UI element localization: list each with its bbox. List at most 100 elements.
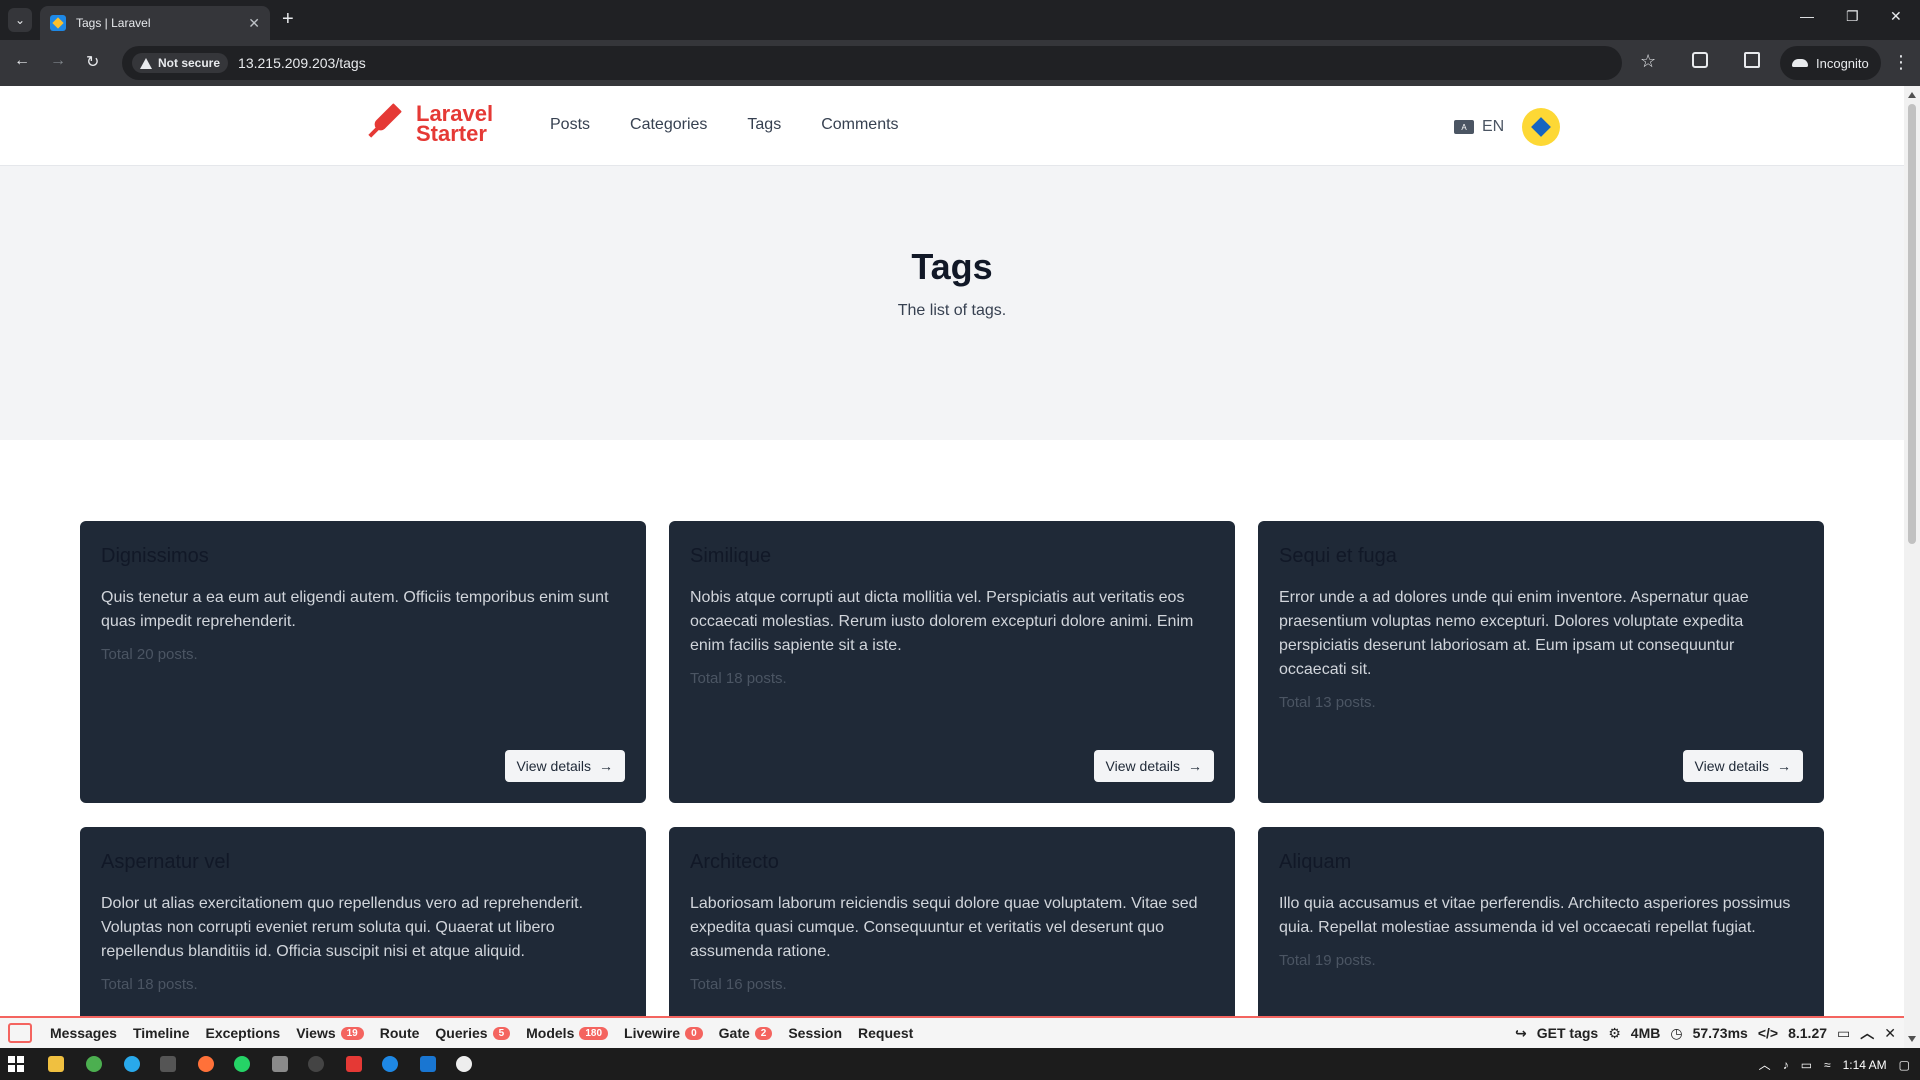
forward-icon[interactable]: → — [50, 52, 66, 70]
debugbar-tab-gate[interactable]: Gate 2 — [711, 1025, 781, 1041]
battery-icon[interactable]: ▭ — [1801, 1058, 1812, 1072]
tray-chevron-icon[interactable]: ︿ — [1759, 1056, 1771, 1073]
scroll-thumb[interactable] — [1908, 104, 1916, 544]
wifi-icon[interactable]: ≈ — [1824, 1058, 1831, 1072]
nav-posts[interactable]: Posts — [550, 116, 590, 134]
tag-title[interactable]: Aliquam — [1279, 851, 1803, 874]
edge-icon[interactable] — [382, 1056, 398, 1072]
tag-title[interactable]: Similique — [690, 545, 1214, 568]
debugbar-tab-queries[interactable]: Queries 5 — [427, 1025, 518, 1041]
debugbar-tab-models[interactable]: Models 180 — [518, 1025, 616, 1041]
clock-text[interactable]: 1:14 AM — [1843, 1058, 1887, 1072]
debugbar-stats: ↪ GET tags ⚙ 4MB ◷ 57.73ms </> 8.1.27 ▭ … — [1515, 1023, 1896, 1043]
debugbar-badge: 0 — [685, 1026, 703, 1040]
incognito-badge[interactable]: Incognito — [1780, 46, 1881, 80]
debugbar-tab-label: Gate — [718, 1025, 750, 1041]
remote-desktop-icon[interactable] — [272, 1056, 288, 1072]
bookmark-star-icon[interactable]: ☆ — [1640, 51, 1656, 72]
debugbar-tab-label: Exceptions — [205, 1025, 281, 1041]
security-chip[interactable]: Not secure — [132, 53, 229, 73]
terminal-icon[interactable] — [160, 1056, 176, 1072]
debugbar-tab-label: Views — [296, 1025, 336, 1041]
debugbar-tab-views[interactable]: Views 19 — [288, 1025, 372, 1041]
tab-search-icon[interactable]: ⌄ — [8, 8, 32, 32]
view-details-button[interactable]: View details → — [1093, 750, 1214, 782]
logo-line-2: Starter — [416, 121, 487, 146]
pdf-reader-icon[interactable] — [346, 1056, 362, 1072]
nav-comments[interactable]: Comments — [821, 116, 898, 134]
volume-icon[interactable]: ♪ — [1783, 1058, 1789, 1072]
page-title: Tags — [911, 246, 993, 287]
nav-categories[interactable]: Categories — [630, 116, 707, 134]
firefox-icon[interactable] — [198, 1056, 214, 1072]
vscode-icon[interactable] — [420, 1056, 436, 1072]
close-tab-icon[interactable]: ✕ — [248, 15, 260, 32]
debugbar-tab-session[interactable]: Session — [780, 1025, 850, 1041]
view-details-label: View details — [516, 758, 591, 774]
debugbar: Messages Timeline Exceptions Views 19 Rou… — [0, 1016, 1904, 1048]
debugbar-tab-label: Models — [526, 1025, 575, 1041]
incognito-label: Incognito — [1816, 55, 1869, 71]
debugbar-request[interactable]: GET tags — [1537, 1025, 1598, 1041]
site-logo[interactable]: Laravel Starter — [366, 103, 493, 146]
chrome-icon[interactable] — [86, 1056, 102, 1072]
address-bar[interactable]: Not secure 13.215.209.203/tags — [122, 46, 1622, 80]
debugbar-tab-messages[interactable]: Messages — [42, 1025, 125, 1041]
debugbar-php-version[interactable]: 8.1.27 — [1788, 1025, 1827, 1041]
scroll-up-icon[interactable] — [1908, 92, 1916, 98]
laravel-logo-icon[interactable] — [8, 1023, 32, 1043]
view-details-button[interactable]: View details → — [1682, 750, 1803, 782]
file-explorer-icon[interactable] — [48, 1056, 64, 1072]
nav-tags[interactable]: Tags — [747, 116, 781, 134]
reload-icon[interactable]: ↻ — [86, 52, 99, 72]
tag-card: Aliquam Illo quia accusamus et vitae per… — [1258, 827, 1824, 1016]
scroll-down-icon[interactable] — [1908, 1036, 1916, 1042]
view-details-button[interactable]: View details → — [504, 750, 625, 782]
avatar-icon — [1531, 117, 1551, 137]
tag-title[interactable]: Aspernatur vel — [101, 851, 625, 874]
user-avatar[interactable] — [1522, 108, 1560, 146]
telegram-icon[interactable] — [124, 1056, 140, 1072]
windows-start-icon[interactable] — [8, 1056, 24, 1072]
new-tab-icon[interactable]: + — [282, 8, 294, 31]
debugbar-memory[interactable]: 4MB — [1631, 1025, 1661, 1041]
side-panel-icon[interactable] — [1744, 52, 1760, 68]
back-icon[interactable]: ← — [14, 52, 30, 70]
tag-description: Nobis atque corrupti aut dicta mollitia … — [690, 589, 1194, 654]
folder-icon[interactable]: ▭ — [1837, 1025, 1850, 1042]
app-icon[interactable] — [308, 1056, 324, 1072]
debugbar-time[interactable]: 57.73ms — [1693, 1025, 1748, 1041]
url-text[interactable]: 13.215.209.203/tags — [238, 55, 366, 71]
tag-title[interactable]: Dignissimos — [101, 545, 625, 568]
restore-icon[interactable]: ❐ — [1846, 8, 1859, 25]
tag-description: Dolor ut alias exercitationem quo repell… — [101, 895, 584, 960]
translate-icon: A — [1454, 120, 1474, 134]
tag-post-count: Total 16 posts. — [690, 976, 787, 993]
minimize-icon[interactable]: — — [1800, 8, 1814, 24]
debugbar-tab-request[interactable]: Request — [850, 1025, 921, 1041]
tag-post-count: Total 19 posts. — [1279, 952, 1376, 969]
close-debugbar-icon[interactable]: ✕ — [1884, 1025, 1896, 1042]
rocket-icon — [366, 104, 406, 144]
page-scrollbar[interactable] — [1904, 86, 1920, 1048]
debugbar-tab-route[interactable]: Route — [372, 1025, 428, 1041]
tag-description: Error unde a ad dolores unde qui enim in… — [1279, 589, 1749, 678]
debugbar-tab-livewire[interactable]: Livewire 0 — [616, 1025, 711, 1041]
tag-description: Laboriosam laborum reiciendis sequi dolo… — [690, 895, 1198, 960]
language-switcher[interactable]: A EN — [1454, 118, 1504, 136]
clock-icon: ◷ — [1670, 1024, 1683, 1041]
close-window-icon[interactable]: ✕ — [1890, 8, 1902, 25]
tag-title[interactable]: Sequi et fuga — [1279, 545, 1803, 568]
debugbar-badge: 5 — [492, 1026, 511, 1040]
menu-kebab-icon[interactable]: ⋮ — [1892, 52, 1910, 73]
debugbar-tab-timeline[interactable]: Timeline — [125, 1025, 198, 1041]
tag-title[interactable]: Architecto — [690, 851, 1214, 874]
chevron-up-icon[interactable]: ︿ — [1860, 1023, 1874, 1043]
debugbar-tab-exceptions[interactable]: Exceptions — [197, 1025, 288, 1041]
browser-tab[interactable]: Tags | Laravel ✕ — [40, 6, 270, 40]
notifications-icon[interactable]: ▢ — [1899, 1058, 1910, 1072]
whatsapp-icon[interactable] — [234, 1056, 250, 1072]
os-taskbar: ︿ ♪ ▭ ≈ 1:14 AM ▢ — [0, 1048, 1920, 1080]
extensions-icon[interactable] — [1692, 52, 1708, 68]
app-icon-2[interactable] — [456, 1056, 472, 1072]
